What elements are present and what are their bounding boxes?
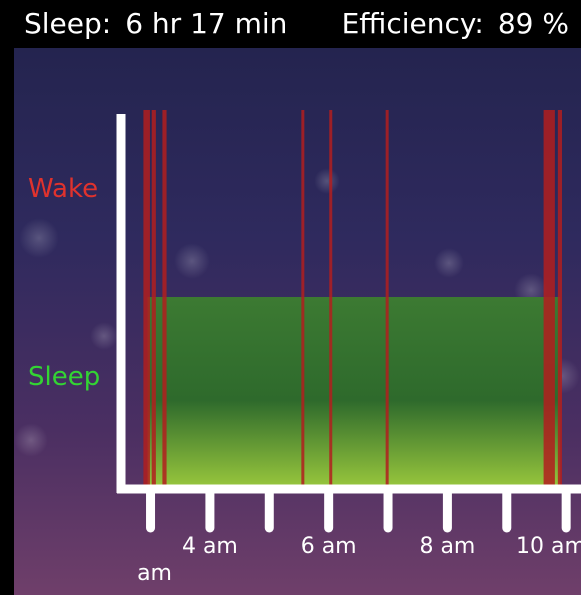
- sleep-report-screen: Sleep: 6 hr 17 min Efficiency: 89 % Wake S…: [0, 0, 581, 595]
- x-tick-label: 6 am: [300, 534, 357, 559]
- x-tick-label: am: [137, 561, 172, 586]
- wake-event-bar: [143, 110, 150, 485]
- wake-event-bar: [543, 110, 555, 485]
- x-tick-label: 8 am: [419, 534, 476, 559]
- wake-event-bar: [301, 110, 305, 485]
- x-axis-ticks: [146, 484, 571, 533]
- wake-event-bar: [385, 110, 389, 485]
- x-tick-label: 4 am: [181, 534, 238, 559]
- wake-event-bar: [151, 110, 156, 485]
- wake-event-bar: [329, 110, 333, 485]
- sleep-axis-label: Sleep: [28, 362, 101, 392]
- wake-event-bar: [557, 110, 562, 485]
- sleep-chart: [116, 110, 581, 533]
- wake-event-bar: [162, 110, 167, 485]
- sleep-period-block: [147, 297, 561, 485]
- x-tick-label: 10 am: [516, 534, 581, 559]
- wake-axis-label: Wake: [28, 174, 99, 204]
